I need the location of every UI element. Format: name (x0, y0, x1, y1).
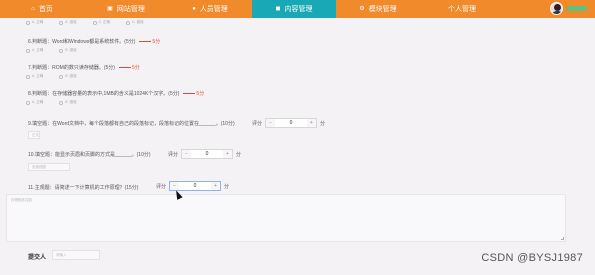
answer-field[interactable]: 正文 (28, 131, 40, 139)
option-true[interactable]: A. 正确 (26, 48, 43, 53)
option-false[interactable]: B. 错误 (59, 100, 77, 105)
score-stepper[interactable]: − 0 + (265, 118, 318, 128)
radio-icon (26, 100, 30, 105)
question-11-rating: 评分 − 0 + 分 (156, 181, 230, 191)
question-10: 10.填空题：能显示页眉和页脚的方式是______。(10分) (28, 152, 151, 158)
username-badge[interactable] (567, 6, 587, 11)
question-9: 9.填空题：在Word文档中，每个段落都有自己的段落标记，段落标记的位置在___… (28, 121, 235, 127)
radio-icon (26, 20, 30, 25)
score-mark: 5分 (183, 91, 204, 97)
option-false[interactable]: B. 错误 (59, 74, 77, 79)
radio-icon (59, 74, 64, 79)
top-navigation: ⌂ 首页 ▣ 网站管理 ● 人员管理 ◼ 内容管理 ⚙ 模块管理 个人管理 (0, 0, 595, 18)
avatar[interactable] (550, 2, 563, 15)
submitter-input[interactable]: 请输入 (52, 250, 100, 260)
option-b[interactable]: B. 错误 (59, 20, 77, 25)
radio-icon (59, 48, 64, 53)
radio-icon (59, 100, 64, 105)
question-8-options: A. 正确 B. 错误 (26, 100, 77, 105)
score-mark: 5分 (119, 65, 140, 71)
question-11: 11.主观题：请简述一下计算机的工作原理？(15分) (28, 185, 139, 191)
increment-button[interactable]: + (223, 150, 233, 158)
nav-item-personal-management[interactable]: 个人管理 (420, 0, 504, 18)
option-a[interactable]: A. 正确 (26, 20, 43, 25)
nav-item-module-management[interactable]: ⚙ 模块管理 (336, 0, 420, 18)
settings-icon: ⚙ (359, 6, 365, 12)
nav-label: 内容管理 (284, 6, 313, 13)
option-d[interactable]: D. 错误 (126, 20, 144, 25)
nav-label: 首页 (38, 6, 53, 13)
option-false[interactable]: B. 错误 (59, 48, 77, 53)
score-mark: 5分 (139, 39, 160, 45)
score-stepper[interactable]: − 0 + (181, 149, 234, 159)
folder-icon: ▣ (107, 6, 113, 12)
question-6-options: A. 正确 B. 错误 (26, 48, 77, 53)
nav-label: 网站管理 (116, 6, 145, 13)
decrement-button[interactable]: − (182, 150, 192, 158)
question-10-rating: 评分 − 0 + 分 (168, 149, 242, 159)
nav-item-staff-management[interactable]: ● 人员管理 (168, 0, 252, 18)
document-icon: ◼ (275, 6, 281, 12)
answer-field[interactable]: 页面视图 (28, 163, 70, 171)
radio-icon (126, 20, 131, 25)
answer-textarea[interactable]: 存储程序控制 (6, 194, 566, 242)
score-value[interactable]: 0 (191, 151, 223, 157)
increment-button[interactable]: + (307, 119, 317, 127)
score-value[interactable]: 0 (275, 120, 307, 126)
options-row: A. 正确 B. 错误 C. 正确 D. 错误 (26, 20, 144, 25)
question-7-options: A. 正确 B. 错误 (26, 74, 77, 79)
nav-label: 个人管理 (448, 6, 476, 13)
nav-item-content-management[interactable]: ◼ 内容管理 (252, 0, 336, 18)
nav-label: 人员管理 (199, 6, 228, 13)
nav-label: 模块管理 (368, 6, 397, 13)
option-c[interactable]: C. 正确 (92, 20, 110, 25)
radio-icon (26, 74, 30, 79)
question-9-rating: 评分 − 0 + 分 (252, 118, 326, 128)
question-6: 6.判断题：Word和Windows都是系统软件。(5分) 5分 (28, 39, 161, 45)
radio-icon (92, 20, 97, 25)
person-icon: ● (192, 6, 196, 12)
user-menu[interactable] (550, 2, 587, 15)
increment-button[interactable]: + (211, 182, 221, 190)
radio-icon (26, 48, 30, 53)
radio-icon (59, 20, 64, 25)
nav-item-home[interactable]: ⌂ 首页 (0, 0, 84, 18)
nav-item-site-management[interactable]: ▣ 网站管理 (84, 0, 168, 18)
option-true[interactable]: A. 正确 (26, 74, 43, 79)
watermark: CSDN @BYSJ1987 (481, 252, 583, 264)
decrement-button[interactable]: − (266, 119, 276, 127)
question-8: 8.判断题：在存储器容量的表示中,1MB的含义是1024K个汉字。(5分) 5分 (28, 91, 205, 97)
resize-handle[interactable] (561, 237, 564, 240)
score-value[interactable]: 0 (179, 183, 211, 189)
question-7: 7.判断题：ROM的数只读存储器。(5分) 5分 (28, 65, 140, 71)
home-icon: ⌂ (31, 6, 35, 12)
option-true[interactable]: A. 正确 (26, 100, 43, 105)
submitter-label: 提交人 (28, 255, 47, 261)
